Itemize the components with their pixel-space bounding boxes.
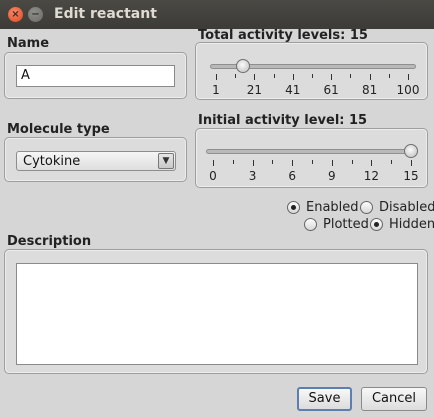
molecule-type-panel: Cytokine ▼ <box>4 137 187 182</box>
total-levels-tick <box>408 74 409 80</box>
disabled-radio[interactable] <box>360 201 373 214</box>
initial-level-tick <box>391 160 393 164</box>
name-label: Name <box>7 36 50 51</box>
total-levels-tick <box>369 74 371 80</box>
dialog-body: Name A Total activity levels: 15 1 21 41 61… <box>0 28 434 418</box>
initial-level-tick <box>371 160 373 166</box>
initial-level-label: Initial activity level: 15 <box>198 113 368 128</box>
enabled-label[interactable]: Enabled <box>306 200 359 215</box>
total-levels-label: Total activity levels: 15 <box>198 28 368 43</box>
save-button[interactable]: Save <box>297 387 352 411</box>
total-levels-tick-label: 81 <box>361 83 378 97</box>
initial-level-tick-label: 12 <box>363 169 380 183</box>
initial-level-tick <box>312 160 313 164</box>
cancel-button[interactable]: Cancel <box>361 387 427 411</box>
initial-level-tick <box>252 160 254 166</box>
total-levels-tick <box>273 74 275 78</box>
plotted-label[interactable]: Plotted <box>323 217 369 232</box>
close-icon[interactable]: × <box>8 7 23 22</box>
hidden-radio[interactable] <box>370 218 383 231</box>
total-levels-tick-label: 1 <box>212 83 220 97</box>
chevron-down-icon[interactable]: ▼ <box>158 153 174 169</box>
enabled-radio[interactable] <box>287 201 300 214</box>
initial-level-tick-label: 6 <box>288 169 297 183</box>
initial-level-tick-label: 3 <box>248 169 257 183</box>
initial-level-slider-thumb[interactable] <box>404 144 418 158</box>
total-levels-tick <box>216 74 217 80</box>
initial-level-tick-label: 15 <box>403 169 419 183</box>
initial-level-tick <box>411 160 412 166</box>
description-textarea[interactable] <box>16 263 418 365</box>
plotted-radio[interactable] <box>304 218 317 231</box>
molecule-type-select[interactable]: Cytokine ▼ <box>16 151 176 171</box>
initial-level-slider-track[interactable] <box>206 149 418 154</box>
description-label: Description <box>7 234 92 249</box>
initial-level-tick <box>351 160 353 164</box>
total-levels-tick <box>331 74 333 80</box>
minimize-icon[interactable]: − <box>28 7 43 22</box>
total-levels-tick <box>292 74 294 80</box>
total-levels-tick-label: 100 <box>396 83 420 97</box>
name-panel: A <box>4 52 187 99</box>
total-levels-tick <box>235 74 237 78</box>
molecule-type-value: Cytokine <box>23 154 81 169</box>
disabled-label[interactable]: Disabled <box>379 200 434 215</box>
initial-level-tick <box>292 160 294 166</box>
initial-level-tick <box>331 160 333 166</box>
initial-level-tick <box>272 160 274 164</box>
name-field[interactable]: A <box>16 65 175 87</box>
initial-level-tick <box>232 160 234 164</box>
initial-level-tick <box>213 160 214 166</box>
total-levels-tick-label: 41 <box>285 83 301 97</box>
total-levels-tick <box>350 74 352 78</box>
description-panel <box>4 249 428 374</box>
hidden-label[interactable]: Hidden <box>389 217 434 232</box>
molecule-type-label: Molecule type <box>7 122 110 137</box>
initial-level-tick-label: 9 <box>327 169 336 183</box>
total-levels-tick-label: 61 <box>323 83 339 97</box>
total-levels-tick <box>254 74 256 80</box>
initial-level-tick-label: 0 <box>209 169 217 183</box>
total-levels-tick <box>312 74 313 78</box>
total-levels-panel: 1 21 41 61 81 100 <box>195 42 428 100</box>
total-levels-slider-thumb[interactable] <box>236 59 251 73</box>
initial-level-panel: 0 3 6 9 12 15 <box>195 128 428 188</box>
window-title: Edit reactant <box>54 6 157 22</box>
title-bar: × − Edit reactant <box>0 0 434 29</box>
total-levels-tick-label: 21 <box>246 83 263 97</box>
total-levels-tick <box>388 74 390 78</box>
